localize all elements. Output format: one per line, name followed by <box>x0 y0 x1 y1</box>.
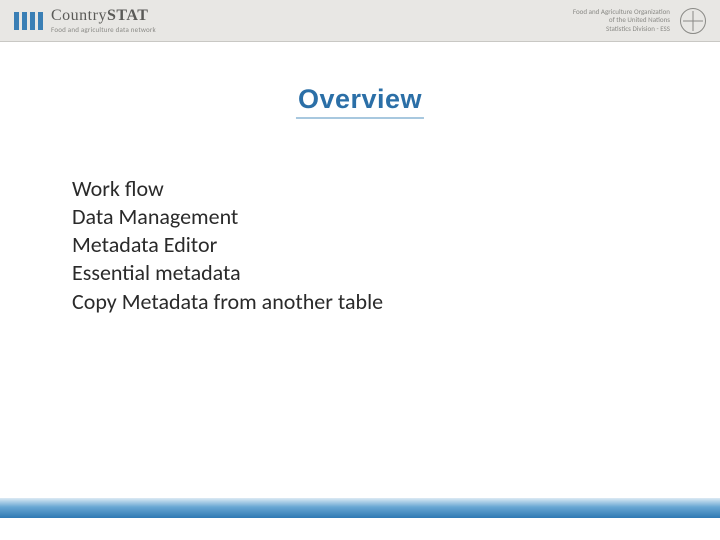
page-title: Overview <box>296 84 424 119</box>
globe-icon <box>680 8 706 34</box>
brand-bold: STAT <box>107 7 148 24</box>
org-block: Food and Agriculture Organization of the… <box>573 8 706 34</box>
brand-text: CountrySTAT Food and agriculture data ne… <box>51 8 156 33</box>
footer-bar <box>0 498 720 518</box>
header-bar: CountrySTAT Food and agriculture data ne… <box>0 0 720 42</box>
brand-logo: CountrySTAT Food and agriculture data ne… <box>14 8 156 33</box>
list-item: Work flow <box>72 175 720 203</box>
list-item: Essential metadata <box>72 259 720 287</box>
brand-subtitle: Food and agriculture data network <box>51 26 156 33</box>
list-item: Data Management <box>72 203 720 231</box>
org-text: Food and Agriculture Organization of the… <box>573 8 670 32</box>
list-item: Metadata Editor <box>72 231 720 259</box>
org-line-3: Statistics Division - ESS <box>573 25 670 33</box>
brand-light: Country <box>51 7 107 24</box>
topic-list: Work flow Data Management Metadata Edito… <box>72 175 720 316</box>
bars-icon <box>14 12 43 30</box>
list-item: Copy Metadata from another table <box>72 288 720 316</box>
